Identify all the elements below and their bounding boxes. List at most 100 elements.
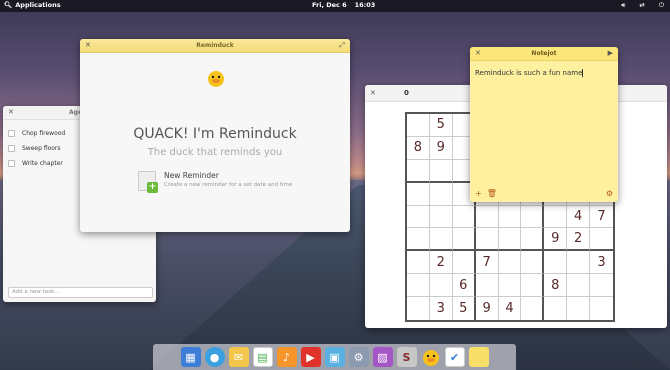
notejot-icon[interactable] [468,347,489,367]
switchboard-icon[interactable]: ⚙ [348,347,369,367]
notejot-titlebar[interactable]: ✕ Notejot ▶ [470,47,618,61]
sudoku-cell[interactable] [590,228,613,252]
add-note-icon[interactable]: + [475,189,482,198]
sudoku-cell[interactable]: 2 [567,228,591,252]
sudoku-cell[interactable]: 9 [429,136,453,160]
reminduck-window: ✕ Reminduck ⤢ QUACK! I'm Reminduck The d… [80,39,350,232]
sudoku-cell[interactable]: 5 [429,114,453,137]
sudoku-cell[interactable] [452,205,476,229]
sudoku-cell[interactable] [567,274,591,298]
sudoku-cell[interactable] [590,297,613,320]
applications-label: Applications [15,1,61,9]
multitasking-view-icon[interactable]: ▦ [180,347,201,367]
maximize-icon[interactable]: ⤢ [339,41,345,50]
sudoku-cell[interactable] [452,228,476,252]
tasks-icon[interactable]: ✔ [444,347,465,367]
welcome-heading: QUACK! I'm Reminduck [133,126,297,142]
photos-icon[interactable]: ▣ [324,347,345,367]
sudoku-cell[interactable] [475,228,499,252]
sudoku-cell[interactable]: 9 [544,228,568,252]
appcenter-icon[interactable]: ▨ [372,347,393,367]
sudoku-cell[interactable] [521,251,545,275]
sudoku-cell[interactable] [521,274,545,298]
sudoku-cell[interactable] [429,205,453,229]
sudoku-cell[interactable] [521,205,545,229]
calendar-icon[interactable]: ▤ [252,347,273,367]
power-icon[interactable]: ⏻ [659,1,664,10]
web-browser-icon[interactable]: ● [204,347,225,367]
reminduck-titlebar[interactable]: ✕ Reminduck ⤢ [80,39,350,53]
sudoku-cell[interactable] [567,297,591,320]
sudoku-cell[interactable] [407,228,430,252]
notejot-title: Notejot [531,50,557,57]
sudoku-cell[interactable] [544,251,568,275]
close-icon[interactable]: ✕ [475,49,481,57]
notejot-window: ✕ Notejot ▶ Reminduck is such a fun name… [470,47,618,202]
sudoku-cell[interactable]: 3 [430,297,453,320]
delete-note-icon[interactable]: 🗑︎ [487,189,497,198]
sudoku-cell[interactable] [407,159,430,183]
sudoku-cell[interactable]: 2 [429,251,453,275]
sudoku-cell[interactable] [590,274,613,298]
sudoku-cell[interactable] [498,205,522,229]
sudoku-cell[interactable]: 8 [544,274,568,298]
task-checkbox[interactable] [8,130,15,137]
sudoku-cell[interactable]: 5 [453,297,476,320]
sudoku-cell[interactable] [544,205,568,229]
sudoku-cell[interactable]: 7 [590,206,613,229]
system-indicators: 🔊︎ ⇄ ⏻ [621,1,664,10]
sudoku-cell[interactable]: 3 [590,251,613,275]
mail-icon[interactable]: ✉ [228,347,249,367]
sudoku-cell[interactable]: 9 [476,297,499,320]
sudoku-cell[interactable] [407,205,430,229]
note-text-area[interactable]: Reminduck is such a fun name [475,69,584,77]
videos-icon[interactable]: ▶ [300,347,321,367]
sudoku-cell[interactable] [407,297,430,320]
sudoku-cell[interactable] [429,228,453,252]
sudoku-cell[interactable] [475,205,499,229]
task-checkbox[interactable] [8,145,15,152]
sudoku-cell[interactable]: 4 [499,297,522,320]
music-icon[interactable]: ♪ [276,347,297,367]
sudoku-cell[interactable] [407,114,430,137]
close-icon[interactable]: ✕ [8,108,14,116]
sudoku-cell[interactable] [429,159,453,183]
sudoku-cell[interactable]: 4 [567,205,591,229]
sudoku-cell[interactable] [407,251,430,275]
sudoku-cell[interactable] [498,251,522,275]
reminduck-icon[interactable] [421,347,441,367]
sudoku-cell[interactable]: 8 [407,136,430,160]
sudoku-cell[interactable] [429,182,453,206]
welcome-subheading: The duck that reminds you [147,147,283,158]
sudoku-cell[interactable]: 7 [475,251,499,275]
new-task-input[interactable]: Add a new task... [8,287,153,298]
sudoku-title: 0 [404,89,409,97]
new-reminder-button[interactable]: + New Reminder Create a new reminder for… [138,171,293,193]
sudoku-cell[interactable] [498,228,522,252]
sudoku-cell[interactable] [407,274,430,298]
sudoku-cell[interactable]: 6 [452,274,476,298]
sudoku-cell[interactable] [429,274,453,298]
network-icon[interactable]: ⇄ [639,1,644,10]
text-caret [582,69,584,77]
datetime-indicator[interactable]: Fri, Dec 6 16:03 [312,1,375,9]
sudoku-cell[interactable] [521,297,545,320]
applications-menu[interactable]: 🔍︎ Applications [4,1,61,9]
sudoku-icon[interactable]: S [396,347,417,367]
sudoku-cell[interactable] [475,274,499,298]
top-panel: 🔍︎ Applications Fri, Dec 6 16:03 🔊︎ ⇄ ⏻ [0,0,670,12]
volume-icon[interactable]: 🔊︎ [621,1,625,10]
task-label: Write chapter [22,160,63,167]
new-reminder-description: Create a new reminder for a set date and… [164,182,293,188]
pin-icon[interactable]: ▶ [608,49,613,57]
sudoku-cell[interactable] [452,251,476,275]
sudoku-cell[interactable] [567,251,591,275]
close-icon[interactable]: ✕ [85,41,91,49]
close-icon[interactable]: ✕ [370,89,376,97]
sudoku-cell[interactable] [498,274,522,298]
settings-gear-icon[interactable]: ⚙ [606,189,613,198]
sudoku-cell[interactable] [544,297,568,320]
task-checkbox[interactable] [8,160,15,167]
sudoku-cell[interactable] [407,182,430,206]
sudoku-cell[interactable] [521,228,545,252]
